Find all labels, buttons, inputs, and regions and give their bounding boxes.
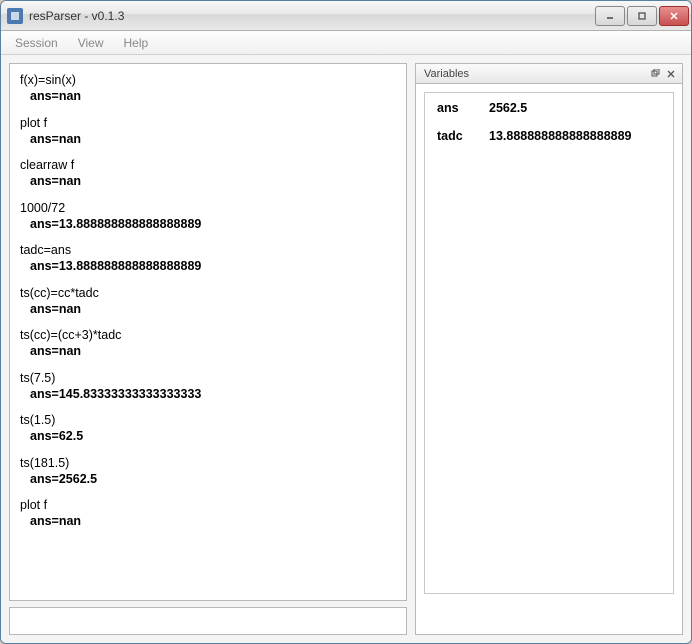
console-output-line: ans=13.888888888888888889	[20, 216, 396, 232]
console-output-line: ans=nan	[20, 343, 396, 359]
console-entry: tadc=ansans=13.888888888888888889	[20, 242, 396, 275]
console-entry: f(x)=sin(x)ans=nan	[20, 72, 396, 105]
console-output-line: ans=nan	[20, 513, 396, 529]
menu-session[interactable]: Session	[5, 33, 68, 53]
app-window: resParser - v0.1.3 Session View Help f(x…	[0, 0, 692, 644]
console-output-line: ans=nan	[20, 301, 396, 317]
console-entry: ts(cc)=cc*tadcans=nan	[20, 285, 396, 318]
variables-header[interactable]: Variables	[415, 63, 683, 83]
console-output-line: ans=nan	[20, 131, 396, 147]
window-title: resParser - v0.1.3	[29, 9, 593, 23]
console-input-line: plot f	[20, 497, 396, 513]
console-entry: plot fans=nan	[20, 115, 396, 148]
variables-table: ans2562.5tadc13.888888888888888889	[424, 92, 674, 594]
command-input[interactable]	[9, 607, 407, 635]
console-output-line: ans=13.888888888888888889	[20, 258, 396, 274]
content-area: f(x)=sin(x)ans=nanplot fans=nanclearraw …	[1, 55, 691, 643]
console-output-line: ans=nan	[20, 173, 396, 189]
undock-icon[interactable]	[648, 67, 662, 81]
console-entry: ts(7.5)ans=145.83333333333333333	[20, 370, 396, 403]
left-pane: f(x)=sin(x)ans=nanplot fans=nanclearraw …	[9, 63, 407, 635]
menubar: Session View Help	[1, 31, 691, 55]
variable-value: 13.888888888888888889	[479, 123, 671, 149]
console-output[interactable]: f(x)=sin(x)ans=nanplot fans=nanclearraw …	[9, 63, 407, 601]
variable-row[interactable]: ans2562.5	[427, 95, 671, 121]
console-output-line: ans=nan	[20, 88, 396, 104]
variable-value: 2562.5	[479, 95, 671, 121]
titlebar[interactable]: resParser - v0.1.3	[1, 1, 691, 31]
variable-name: tadc	[427, 123, 477, 149]
console-input-line: ts(cc)=(cc+3)*tadc	[20, 327, 396, 343]
console-output-line: ans=2562.5	[20, 471, 396, 487]
variables-body: ans2562.5tadc13.888888888888888889	[415, 83, 683, 635]
console-entry: ts(1.5)ans=62.5	[20, 412, 396, 445]
console-output-line: ans=145.83333333333333333	[20, 386, 396, 402]
console-entry: ts(181.5)ans=2562.5	[20, 455, 396, 488]
console-input-line: tadc=ans	[20, 242, 396, 258]
console-entry: 1000/72ans=13.888888888888888889	[20, 200, 396, 233]
console-entry: clearraw fans=nan	[20, 157, 396, 190]
window-controls	[593, 6, 689, 26]
console-input-line: ts(cc)=cc*tadc	[20, 285, 396, 301]
close-button[interactable]	[659, 6, 689, 26]
console-input-line: clearraw f	[20, 157, 396, 173]
console-output-line: ans=62.5	[20, 428, 396, 444]
console-input-line: ts(181.5)	[20, 455, 396, 471]
console-input-line: ts(7.5)	[20, 370, 396, 386]
maximize-button[interactable]	[627, 6, 657, 26]
console-input-line: f(x)=sin(x)	[20, 72, 396, 88]
app-icon	[7, 8, 23, 24]
menu-help[interactable]: Help	[114, 33, 159, 53]
console-entry: plot fans=nan	[20, 497, 396, 530]
variable-name: ans	[427, 95, 477, 121]
console-input-line: 1000/72	[20, 200, 396, 216]
variables-panel: Variables ans2562.5tadc13.88888888888888…	[415, 63, 683, 635]
menu-view[interactable]: View	[68, 33, 114, 53]
console-entry: ts(cc)=(cc+3)*tadcans=nan	[20, 327, 396, 360]
variables-title: Variables	[424, 68, 646, 80]
console-input-line: ts(1.5)	[20, 412, 396, 428]
variables-empty-space	[427, 151, 671, 591]
variable-row[interactable]: tadc13.888888888888888889	[427, 123, 671, 149]
close-panel-icon[interactable]	[664, 67, 678, 81]
console-input-line: plot f	[20, 115, 396, 131]
minimize-button[interactable]	[595, 6, 625, 26]
